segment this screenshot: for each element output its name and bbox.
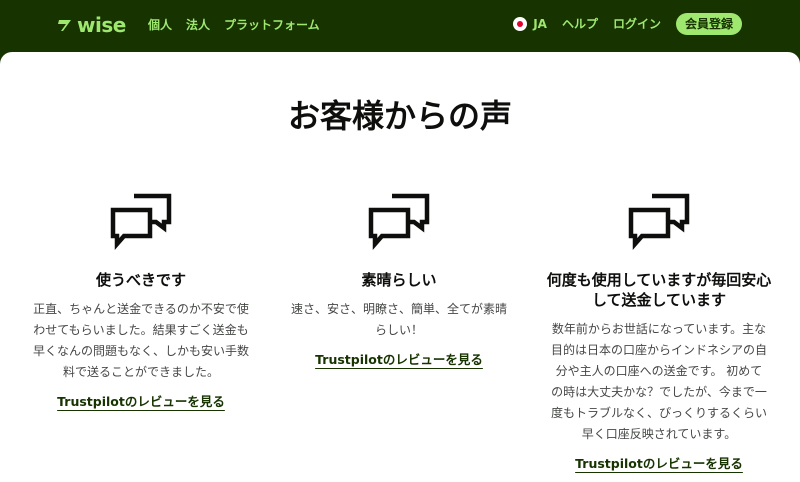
- review-line: の時は大丈夫かな？でしたが、今まで一: [551, 385, 767, 399]
- help-link[interactable]: ヘルプ: [562, 16, 598, 32]
- language-selector[interactable]: JA: [513, 16, 547, 32]
- review-title-line: して送金しています: [591, 291, 727, 309]
- review-title: 何度も使用していますが毎回安心 して送金しています: [547, 270, 772, 310]
- top-nav-bar: wise 個人 法人 プラットフォーム JA ヘルプ ログイン 会員登録: [0, 0, 800, 52]
- review-title: 素晴らしい: [361, 271, 437, 289]
- nav-platform[interactable]: プラットフォーム: [224, 17, 320, 33]
- login-link[interactable]: ログイン: [613, 16, 661, 32]
- speech-bubbles-icon: [628, 192, 690, 254]
- trustpilot-review-link[interactable]: Trustpilotのレビューを見る: [57, 392, 225, 412]
- review-line: らしい！: [374, 323, 423, 337]
- language-label: JA: [533, 17, 547, 31]
- nav-personal[interactable]: 個人: [148, 17, 172, 33]
- speech-bubbles-icon: [110, 192, 172, 254]
- review-card: 何度も使用していますが毎回安心 して送金しています 数年前からお世話になっていま…: [540, 192, 778, 474]
- review-line: 料で送ることができました。: [62, 365, 219, 379]
- review-line: 度もトラブルなく、ぴっくりするくらい: [550, 406, 767, 420]
- review-text: 数年前からお世話になっています。主な 目的は日本の口座からインドネシアの自 分や…: [551, 319, 767, 445]
- page-title: お客様からの声: [287, 97, 512, 135]
- primary-nav: 個人 法人 プラットフォーム: [148, 17, 320, 33]
- wise-flag-icon: [58, 20, 71, 31]
- review-line: 数年前からお世話になっています。主な: [551, 322, 767, 336]
- signup-button[interactable]: 会員登録: [675, 13, 742, 35]
- review-line: わせてもらいました。結果すごく送金も: [33, 323, 249, 337]
- review-title: 使うべきです: [95, 271, 186, 289]
- trustpilot-review-link[interactable]: Trustpilotのレビューを見る: [315, 350, 483, 370]
- review-line: 速さ、安さ、明瞭さ、簡単、全てが素晴: [290, 302, 507, 316]
- secondary-nav: JA ヘルプ ログイン 会員登録: [513, 13, 742, 35]
- review-card: 使うべきです 正直、ちゃんと送金できるのか不安で使 わせてもらいました。結果すご…: [22, 192, 260, 412]
- wise-logo[interactable]: wise: [56, 13, 126, 37]
- review-line: 正直、ちゃんと送金できるのか不安で使: [33, 302, 249, 316]
- logo-text: wise: [77, 13, 126, 37]
- review-text: 正直、ちゃんと送金できるのか不安で使 わせてもらいました。結果すごく送金も 早く…: [33, 299, 249, 383]
- review-line: 早く口座反映されています。: [581, 427, 737, 441]
- speech-bubbles-icon: [368, 192, 430, 254]
- review-line: 分や主人の口座への送金です。 初めて: [555, 364, 763, 378]
- review-line: 目的は日本の口座からインドネシアの自: [550, 343, 767, 357]
- review-line: 早くなんの問題もなく、しかも安い手数: [32, 344, 249, 358]
- review-title-line: 何度も使用していますが毎回安心: [546, 271, 772, 289]
- testimonials-section: お客様からの声 使うべきです 正直、ちゃんと送金できるのか不安で使 わせてもらい…: [0, 52, 800, 482]
- review-card: 素晴らしい 速さ、安さ、明瞭さ、簡単、全てが素晴 らしい！ Trustpilot…: [280, 192, 518, 370]
- review-text: 速さ、安さ、明瞭さ、簡単、全てが素晴 らしい！: [291, 299, 507, 341]
- nav-business[interactable]: 法人: [186, 17, 210, 33]
- japan-flag-icon: [513, 17, 528, 31]
- trustpilot-review-link[interactable]: Trustpilotのレビューを見る: [575, 454, 743, 474]
- page: wise 個人 法人 プラットフォーム JA ヘルプ ログイン 会員登録 お客様…: [0, 0, 800, 482]
